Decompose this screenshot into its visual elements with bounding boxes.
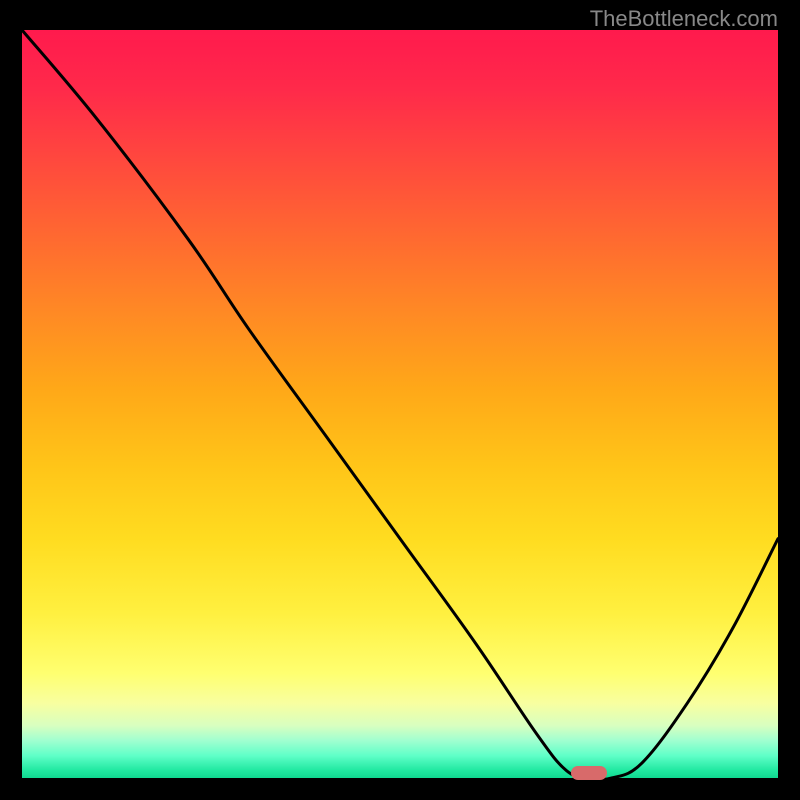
watermark-text: TheBottleneck.com: [590, 6, 778, 32]
curve-path: [22, 30, 778, 778]
chart-gradient-background: [22, 30, 778, 778]
optimal-marker: [571, 766, 607, 780]
bottleneck-curve: [22, 30, 778, 778]
